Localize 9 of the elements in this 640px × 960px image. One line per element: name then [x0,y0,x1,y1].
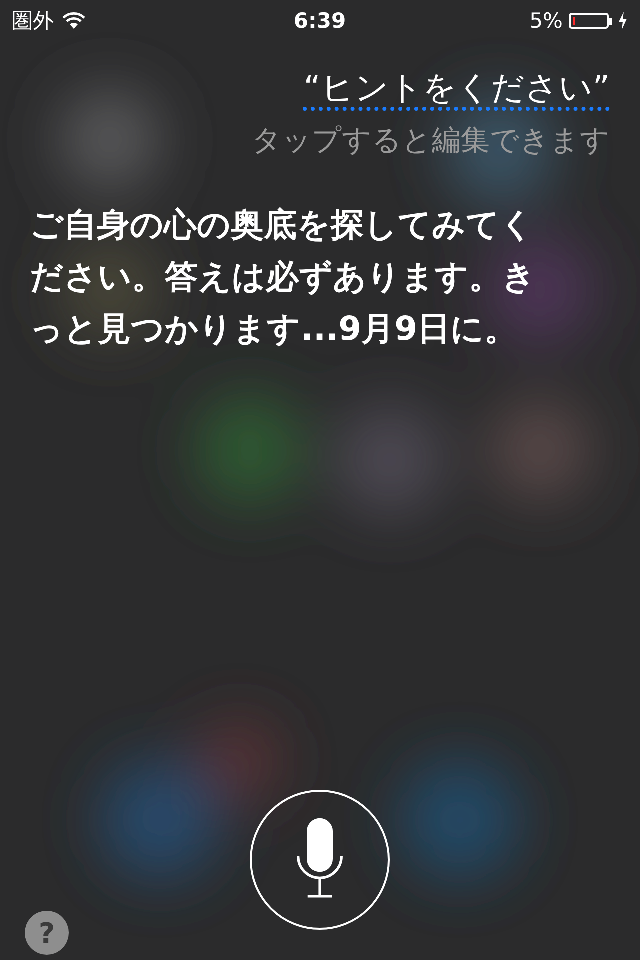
edit-hint: タップすると編集できます [252,122,610,159]
wifi-icon [62,12,86,30]
clock-time: 6:39 [294,9,346,33]
battery-icon [568,13,612,29]
query-text[interactable]: “ヒントをください” [304,66,610,111]
battery-percent: 5% [530,9,563,33]
answer-text: ご自身の心の奥底を探してみてください。答えは必ずあります。きっと見つかります...9月9日に。 [30,204,537,350]
carrier-label: 圏外 [12,8,54,35]
microphone-button[interactable] [250,790,390,930]
